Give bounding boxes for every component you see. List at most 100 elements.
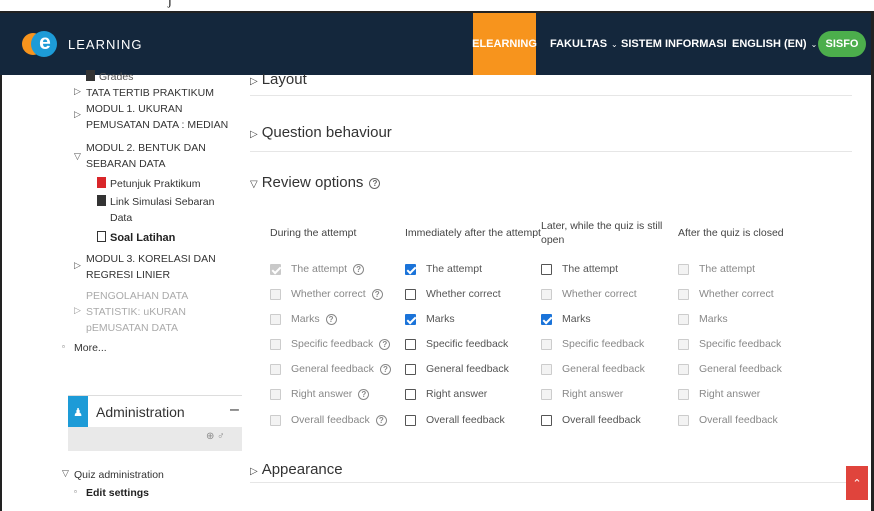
minimize-icon[interactable]: – (230, 401, 239, 419)
checkbox[interactable] (541, 414, 552, 426)
section-question-behaviour: ▷ Question behaviour (250, 96, 852, 152)
chevron-up-icon: ⌃ (852, 477, 862, 490)
sidebar-item-modul-2-cont[interactable]: SEBARAN DATA (86, 157, 166, 171)
later-whether-correct: Whether correct (541, 287, 637, 301)
sidebar-item-statistik[interactable]: STATISTIK: uKURAN (86, 305, 186, 319)
section-layout: ▷ Layout (250, 67, 852, 96)
immediately-the-attempt[interactable]: The attempt (405, 262, 482, 276)
sisfo-button[interactable]: SISFO (818, 31, 866, 57)
help-icon[interactable]: ? (325, 313, 337, 325)
during-general-feedback: General feedback? (270, 362, 391, 376)
checkbox[interactable] (405, 388, 416, 400)
section-appearance-header[interactable]: ▷ Appearance (250, 461, 343, 478)
nav-language[interactable]: ENGLISH (EN) ⌄ (732, 13, 817, 75)
help-icon[interactable]: ? (369, 178, 381, 189)
checkbox (541, 388, 552, 400)
quiz-icon (97, 231, 106, 242)
checkbox[interactable] (405, 288, 416, 300)
move-configure-icon[interactable]: ⊕ ♂ (206, 431, 225, 442)
col-later-while-open: Later, while the quiz is still open (541, 220, 663, 246)
closed-specific-feedback: Specific feedback (678, 337, 781, 351)
sidebar-item-modul-3-cont[interactable]: REGRESI LINIER (86, 268, 170, 282)
administration-block-tools: ⊕ ♂ (68, 427, 242, 451)
pdf-icon (97, 177, 106, 188)
collapsed-arrow-icon: ▷ (250, 466, 258, 477)
sidebar-item-pengolahan-data[interactable]: PENGOLAHAN DATA (86, 289, 188, 303)
sidebar-item-modul-1-cont[interactable]: PEMUSATAN DATA : MEDIAN (86, 118, 228, 132)
section-question-behaviour-header[interactable]: ▷ Question behaviour (250, 124, 392, 141)
help-icon[interactable]: ? (379, 338, 391, 350)
checkbox[interactable] (405, 414, 416, 426)
immediately-marks[interactable]: Marks (405, 312, 455, 326)
sidebar-item-modul-1[interactable]: MODUL 1. UKURAN (86, 102, 182, 116)
later-right-answer: Right answer (541, 387, 623, 401)
sidebar-item-tata-tertib[interactable]: TATA TERTIB PRAKTIKUM (86, 86, 214, 100)
edit-settings-link[interactable]: Edit settings (86, 486, 149, 500)
later-specific-feedback: Specific feedback (541, 337, 644, 351)
nav-fakultas[interactable]: FAKULTAS ⌄ (550, 13, 618, 75)
scroll-to-top-button[interactable]: ⌃ (846, 466, 868, 500)
checkbox (678, 288, 689, 300)
checkbox[interactable] (405, 338, 416, 350)
sidebar-item-link-simulasi-cont[interactable]: Data (110, 211, 132, 225)
browser-top-strip: j (0, 0, 874, 13)
section-review-options-header[interactable]: ▽ Review options? (250, 174, 381, 191)
administration-title: Administration (96, 404, 185, 420)
immediately-general-feedback[interactable]: General feedback (405, 362, 509, 376)
expanded-arrow-icon: ▽ (250, 179, 258, 190)
immediately-overall-feedback[interactable]: Overall feedback (405, 413, 505, 427)
help-icon[interactable]: ? (379, 363, 391, 375)
checkbox[interactable] (405, 263, 416, 275)
checkbox (270, 363, 281, 375)
checkbox (678, 313, 689, 325)
closed-whether-correct: Whether correct (678, 287, 774, 301)
help-icon[interactable]: ? (358, 388, 370, 400)
later-overall-feedback[interactable]: Overall feedback (541, 413, 641, 427)
immediately-whether-correct[interactable]: Whether correct (405, 287, 501, 301)
sidebar-item-grades[interactable]: Grades (86, 70, 133, 84)
nav-elearning[interactable]: ELEARNING (472, 13, 537, 75)
chevron-down-icon: ⌄ (611, 39, 618, 49)
administration-block-header[interactable]: ♟ Administration – (68, 395, 242, 428)
closed-right-answer: Right answer (678, 387, 760, 401)
sidebar-item-modul-2[interactable]: MODUL 2. BENTUK DAN (86, 141, 206, 155)
checkbox[interactable] (405, 313, 416, 325)
checkbox (270, 288, 281, 300)
sidebar-item-link-simulasi[interactable]: Link Simulasi Sebaran (97, 195, 214, 209)
expanded-arrow-icon: ▽ (74, 151, 81, 161)
logo-text: LEARNING (68, 36, 143, 52)
help-icon[interactable]: ? (375, 414, 387, 426)
sidebar-item-statistik-cont[interactable]: pEMUSATAN DATA (86, 321, 178, 335)
collapsed-arrow-icon: ▷ (250, 76, 258, 87)
later-marks[interactable]: Marks (541, 312, 591, 326)
checkbox (270, 313, 281, 325)
checkbox (678, 363, 689, 375)
checkbox[interactable] (541, 313, 552, 325)
elearning-logo-icon: e (22, 29, 68, 59)
checkbox (541, 338, 552, 350)
immediately-right-answer[interactable]: Right answer (405, 387, 487, 401)
sidebar-item-soal-latihan[interactable]: Soal Latihan (97, 231, 175, 245)
sidebar-item-modul-3[interactable]: MODUL 3. KORELASI DAN (86, 252, 216, 266)
section-layout-header[interactable]: ▷ Layout (250, 71, 307, 88)
checkbox (541, 363, 552, 375)
site-logo[interactable]: e LEARNING (22, 29, 142, 59)
later-the-attempt[interactable]: The attempt (541, 262, 618, 276)
help-icon[interactable]: ? (353, 263, 365, 275)
collapsed-arrow-icon: ▷ (74, 109, 81, 119)
sidebar-item-petunjuk[interactable]: Petunjuk Praktikum (97, 177, 200, 191)
checkbox (270, 338, 281, 350)
nav-sistem-informasi[interactable]: SISTEM INFORMASI ⌄ (621, 13, 737, 75)
help-icon[interactable]: ? (371, 288, 383, 300)
top-navbar: e LEARNING ELEARNING FAKULTAS ⌄ SISTEM I… (0, 13, 874, 75)
during-the-attempt: The attempt? (270, 262, 365, 276)
quiz-administration-node[interactable]: Quiz administration (74, 468, 164, 482)
sidebar-more-link[interactable]: More... (74, 341, 107, 355)
collapsed-arrow-icon: ▷ (74, 86, 81, 96)
col-immediately-after: Immediately after the attempt (405, 227, 541, 239)
checkbox[interactable] (541, 263, 552, 275)
url-icon (97, 195, 106, 206)
checkbox[interactable] (405, 363, 416, 375)
during-right-answer: Right answer? (270, 387, 370, 401)
immediately-specific-feedback[interactable]: Specific feedback (405, 337, 508, 351)
